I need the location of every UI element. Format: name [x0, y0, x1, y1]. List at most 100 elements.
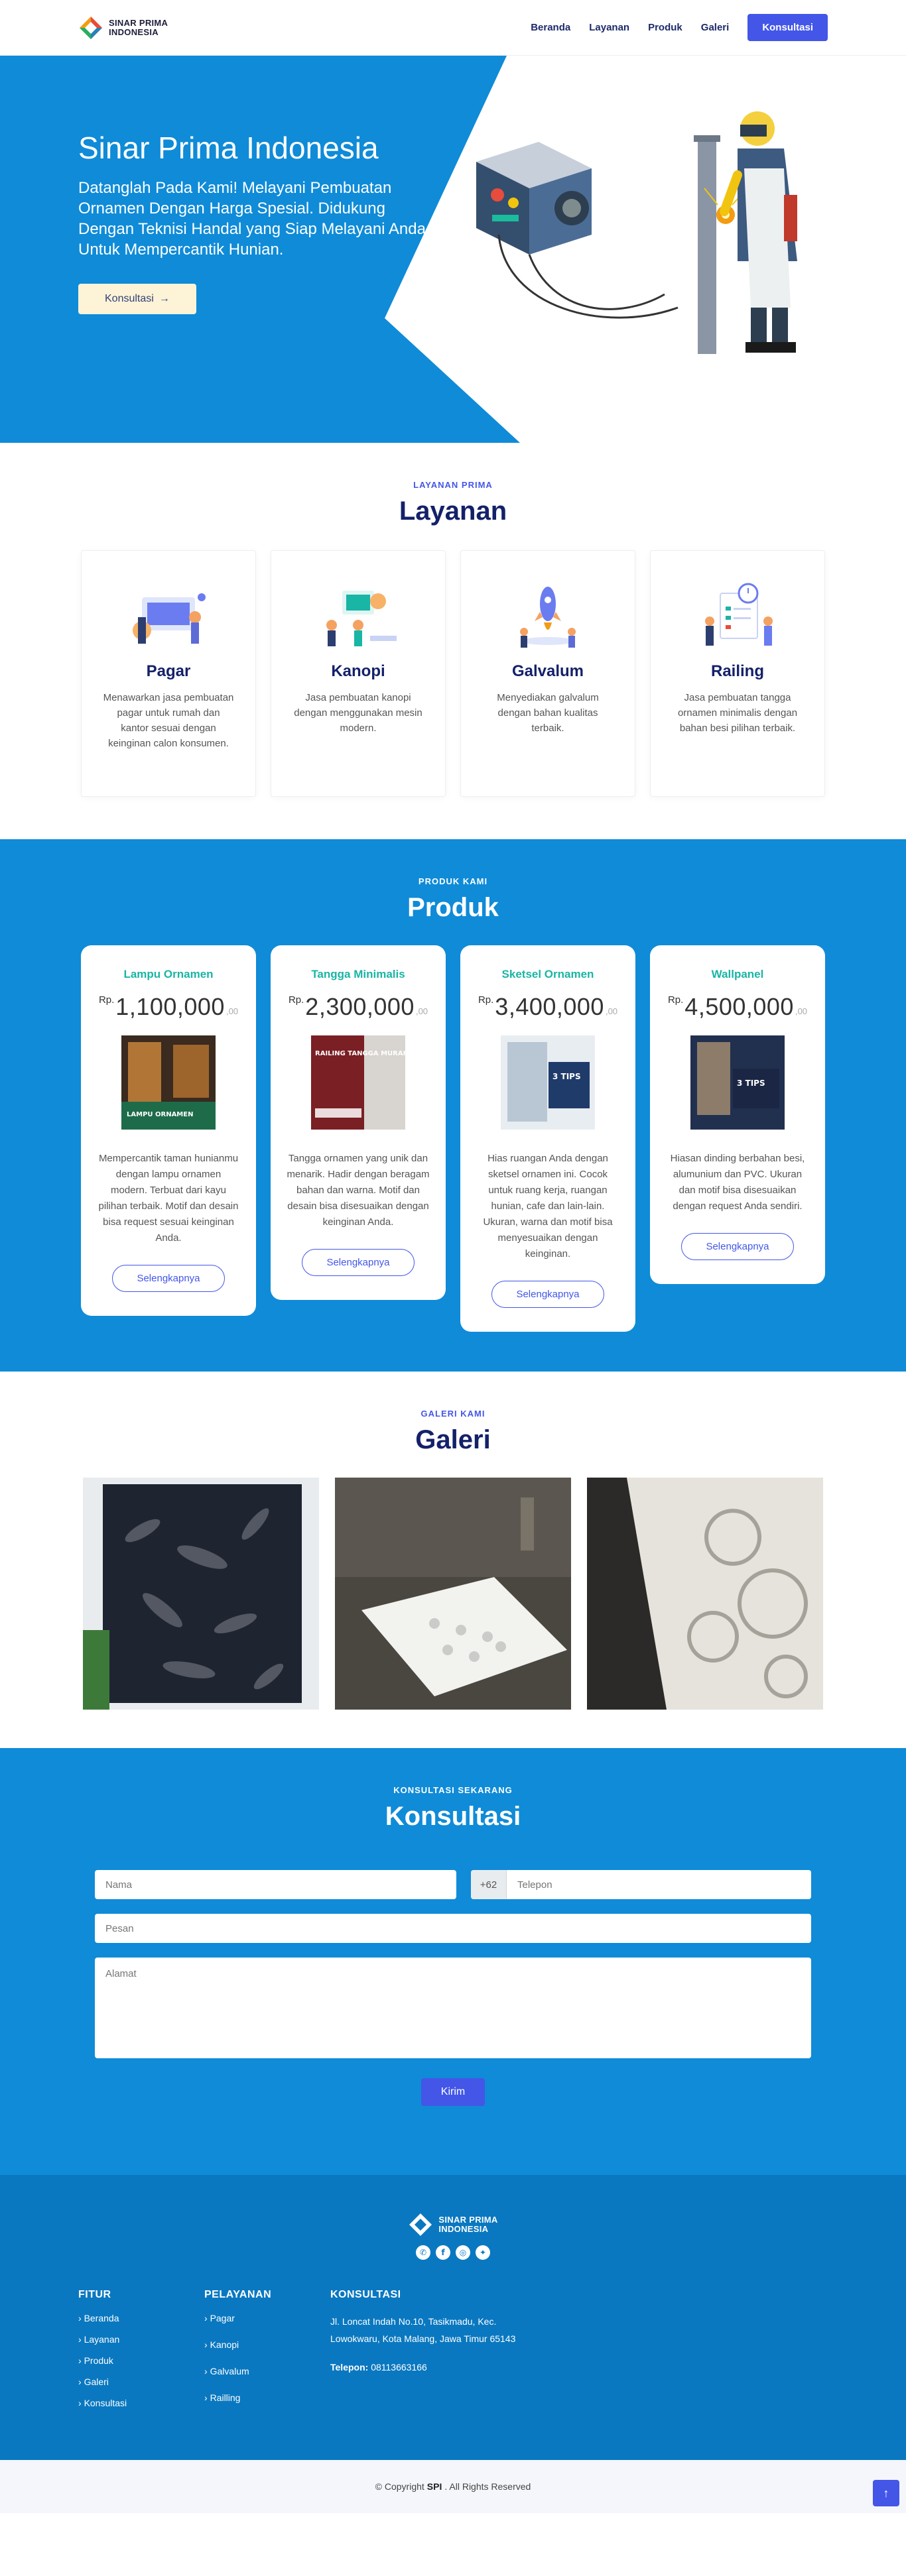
gallery-image[interactable] [335, 1478, 571, 1710]
product-image: RAILING TANGGA MURAH [311, 1035, 405, 1130]
product-image: 3 TIPS [690, 1035, 785, 1130]
arrow-right-icon: → [159, 293, 170, 304]
nav-layanan[interactable]: Layanan [589, 22, 629, 33]
main-nav: Beranda Layanan Produk Galeri Konsultasi [531, 14, 828, 41]
gallery-image[interactable] [587, 1478, 823, 1710]
arrow-up-icon: ↑ [883, 2486, 889, 2500]
hero-section: Sinar Prima Indonesia Datanglah Pada Kam… [0, 56, 906, 443]
footer-address: Jl. Loncat Indah No.10, Tasikmadu, Kec. … [330, 2316, 516, 2344]
product-name: Sketsel Ornamen [501, 968, 594, 980]
product-detail-button[interactable]: Selengkapnya [302, 1249, 415, 1276]
product-image-text: 3 TIPS [737, 1079, 765, 1088]
layanan-eyebrow: LAYANAN PRIMA [413, 480, 493, 490]
product-name: Lampu Ornamen [123, 968, 214, 980]
footer-link-layanan[interactable]: › Layanan [78, 2334, 204, 2345]
copyright-prefix: © Copyright [375, 2481, 424, 2492]
footer-column-title: PELAYANAN [204, 2289, 272, 2300]
price-currency: Rp. [667, 994, 684, 1006]
footer-columns: FITUR › Beranda › Layanan › Produk › Gal… [78, 2289, 828, 2419]
service-card-galvalum: Galvalum Menyediakan galvalum dengan bah… [460, 550, 635, 797]
footer-link-galeri[interactable]: › Galeri [78, 2376, 204, 2387]
message-input[interactable] [95, 1914, 811, 1943]
produk-title: Produk [407, 893, 499, 922]
pagar-illustration [133, 593, 206, 644]
price-amount: 2,300,000 [305, 993, 415, 1020]
copyright-suffix: . All Rights Reserved [444, 2481, 531, 2492]
hero-content: Sinar Prima Indonesia Datanglah Pada Kam… [78, 130, 436, 314]
layanan-cards: Pagar Menawarkan jasa pembuatan pagar un… [0, 550, 906, 797]
price-currency: Rp. [98, 994, 115, 1006]
facebook-icon[interactable]: f [436, 2245, 450, 2260]
service-title: Kanopi [331, 662, 385, 680]
layanan-title: Layanan [399, 497, 507, 526]
nav-konsultasi-button[interactable]: Konsultasi [747, 14, 828, 41]
galvalum-illustration [520, 587, 576, 648]
product-image: LAMPU ORNAMEN [121, 1035, 216, 1130]
product-detail-button[interactable]: Selengkapnya [491, 1281, 604, 1308]
footer-link-beranda[interactable]: › Beranda [78, 2313, 204, 2323]
copyright-brand: SPI [426, 2481, 442, 2492]
product-image: 3 TIPS [501, 1035, 595, 1130]
gallery-image[interactable] [83, 1478, 319, 1710]
product-desc: Hiasan dinding berbahan besi, alumunium … [670, 1153, 805, 1212]
product-detail-button[interactable]: Selengkapnya [112, 1265, 225, 1292]
footer-link-galvalum[interactable]: › Galvalum [204, 2366, 330, 2376]
service-desc: Menawarkan jasa pembuatan pagar untuk ru… [103, 692, 234, 749]
product-desc: Tangga ornamen yang unik dan menarik. Ha… [287, 1153, 430, 1228]
product-card: Wallpanel Rp. 4,500,000 ,00 3 TIPS Hiasa… [650, 945, 825, 1284]
footer-link-produk[interactable]: › Produk [78, 2355, 204, 2366]
product-card: Lampu Ornamen Rp. 1,100,000 ,00 LAMPU OR… [81, 945, 256, 1316]
product-detail-button[interactable]: Selengkapnya [681, 1233, 794, 1260]
phone-input[interactable] [507, 1870, 811, 1899]
footer-pelayanan: PELAYANAN › Pagar › Kanopi › Galvalum › … [204, 2289, 330, 2419]
product-name: Wallpanel [711, 968, 764, 980]
footer-link-pagar[interactable]: › Pagar [204, 2313, 330, 2323]
service-title: Pagar [146, 662, 191, 680]
kanopi-illustration [326, 591, 397, 646]
hero-konsultasi-button[interactable]: Konsultasi → [78, 284, 196, 314]
footer-logo[interactable]: SINAR PRIMA INDONESIA [0, 2212, 906, 2237]
footer-column-title: KONSULTASI [330, 2289, 401, 2300]
submit-button[interactable]: Kirim [421, 2078, 485, 2106]
address-textarea[interactable] [95, 1958, 811, 2058]
konsultasi-title: Konsultasi [385, 1802, 521, 1831]
konsultasi-section: KONSULTASI SEKARANG Konsultasi +62 Kirim [0, 1748, 906, 2175]
product-price: Rp. 1,100,000 ,00 [94, 993, 243, 1021]
galeri-title: Galeri [415, 1425, 491, 1454]
service-desc: Jasa pembuatan tangga ornamen minimalis … [677, 692, 798, 734]
konsultasi-form: +62 Kirim [95, 1870, 811, 2106]
phone-prefix: +62 [471, 1870, 507, 1899]
site-logo[interactable]: SINAR PRIMA INDONESIA [78, 15, 168, 40]
product-desc: Mempercantik taman hunianmu dengan lampu… [98, 1153, 239, 1244]
product-cards: Lampu Ornamen Rp. 1,100,000 ,00 LAMPU OR… [0, 945, 906, 1332]
service-desc: Menyediakan galvalum dengan bahan kualit… [497, 692, 599, 734]
social-links: ✆ f ◎ ✦ [0, 2245, 906, 2260]
site-footer: SINAR PRIMA INDONESIA ✆ f ◎ ✦ FITUR › Be… [0, 2175, 906, 2460]
galeri-eyebrow: GALERI KAMI [421, 1409, 485, 1419]
back-to-top-button[interactable]: ↑ [873, 2480, 899, 2506]
hero-button-label: Konsultasi [105, 293, 154, 304]
gallery-grid [0, 1478, 906, 1710]
price-amount: 4,500,000 [684, 993, 794, 1020]
logo-icon [80, 16, 102, 39]
nav-galeri[interactable]: Galeri [701, 22, 730, 33]
footer-kontak: KONSULTASI Jl. Loncat Indah No.10, Tasik… [330, 2289, 543, 2419]
footer-link-kanopi[interactable]: › Kanopi [204, 2339, 330, 2350]
twitter-icon[interactable]: ✦ [476, 2245, 490, 2260]
product-image-text: LAMPU ORNAMEN [127, 1111, 193, 1118]
nav-produk[interactable]: Produk [648, 22, 682, 33]
nav-beranda[interactable]: Beranda [531, 22, 570, 33]
logo-text: SINAR PRIMA INDONESIA [109, 17, 168, 37]
name-input[interactable] [95, 1870, 456, 1899]
railing-illustration [705, 583, 773, 646]
footer-link-konsultasi[interactable]: › Konsultasi [78, 2398, 204, 2408]
konsultasi-eyebrow: KONSULTASI SEKARANG [393, 1785, 513, 1795]
product-image-text: RAILING TANGGA MURAH [315, 1050, 405, 1057]
footer-link-railling[interactable]: › Railling [204, 2392, 330, 2403]
service-card-pagar: Pagar Menawarkan jasa pembuatan pagar un… [81, 550, 256, 797]
whatsapp-icon[interactable]: ✆ [416, 2245, 430, 2260]
footer-phone: Telepon: 08113663166 [330, 2362, 427, 2372]
price-decimals: ,00 [415, 1006, 428, 1016]
instagram-icon[interactable]: ◎ [456, 2245, 470, 2260]
phone-field-group: +62 [471, 1870, 811, 1899]
